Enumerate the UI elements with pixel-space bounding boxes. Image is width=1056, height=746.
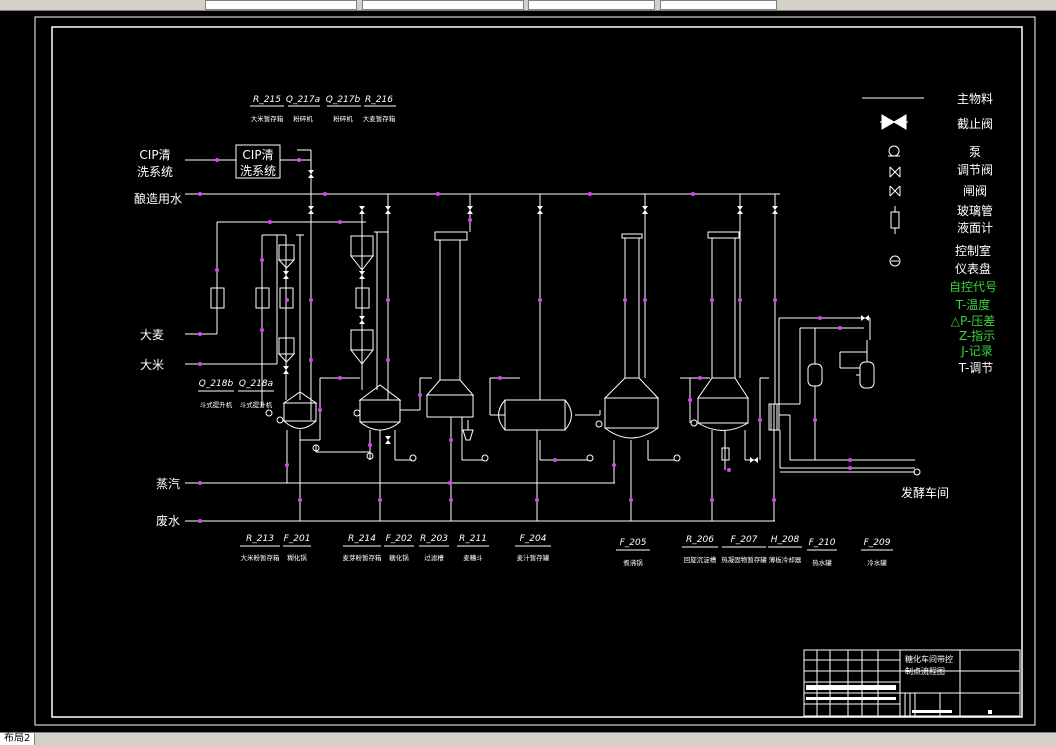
- legend-pump: 泵: [969, 145, 981, 159]
- tag-name: 粉碎机: [293, 114, 313, 123]
- legend-code-title: 自控代号: [949, 280, 997, 294]
- legend-symbols: [880, 114, 908, 267]
- legend-level-gauge: 液面计: [957, 220, 993, 235]
- tag-code: R_203: [420, 534, 448, 544]
- tag-code: H_208: [771, 535, 800, 545]
- tag-name: 薄板冷却器: [769, 555, 802, 564]
- tag-code: F_210: [809, 538, 836, 548]
- tag-name: 大米粉暂存箱: [241, 553, 281, 562]
- layout-tab-bar: 布局2: [0, 732, 1056, 746]
- tag-name: 过滤槽: [424, 553, 444, 562]
- legend-instrument-panel: 仪表盘: [955, 261, 991, 276]
- tag-name: 大米暂存箱: [251, 114, 284, 123]
- tag-name: 麦汁暂存罐: [517, 553, 550, 562]
- title-block-fill: [806, 685, 992, 714]
- legend-control-valve: 调节阀: [957, 163, 993, 177]
- tag-name: 糖化锅: [389, 553, 409, 562]
- waste-water-label: 废水: [156, 513, 180, 528]
- steam-label: 蒸汽: [156, 476, 180, 491]
- tag-code: R_206: [686, 535, 714, 545]
- tag-code: F_205: [620, 538, 647, 548]
- tag-code: F_204: [520, 534, 547, 544]
- legend-main-material: 主物料: [957, 92, 993, 106]
- top-tags: R_215 大米暂存箱 Q_217a 粉碎机 Q_217b 粉碎机 R_216 …: [250, 95, 396, 123]
- cip-box-line2: 洗系统: [240, 164, 276, 178]
- tag-code: F_209: [864, 538, 891, 548]
- tag-code: Q_218b: [199, 379, 234, 389]
- rice-label: 大米: [140, 358, 164, 372]
- legend-code-pressure: △P-压差: [951, 314, 996, 328]
- pump-symbols: [265, 409, 921, 476]
- legend-code-temperature: T-温度: [955, 297, 991, 312]
- cip-label-line2: 洗系统: [137, 165, 173, 179]
- process-flow-diagram: 主物料 截止阀 泵 调节阀 闸阀 玻璃管 液面计 控制室 仪表盘 自控代号 T-…: [34, 16, 1036, 726]
- valve-symbols: [283, 170, 869, 463]
- tag-code: R_216: [365, 95, 393, 105]
- legend-code-indicate: Z-指示: [959, 328, 995, 343]
- fermentation-label: 发酵车间: [901, 485, 949, 500]
- tag-code: Q_218a: [239, 379, 273, 389]
- tag-code: F_201: [284, 534, 311, 544]
- tag-name: 斗式提升机: [200, 400, 233, 409]
- tag-name: 煮沸锅: [623, 558, 643, 567]
- tag-code: R_213: [246, 534, 274, 544]
- legend-control-room: 控制室: [955, 243, 991, 258]
- legend-code-regulate: T-调节: [958, 361, 994, 375]
- tag-name: 麦芽粉暂存箱: [343, 553, 383, 562]
- tag-name: 糊化锅: [287, 553, 307, 562]
- title-block-line1: 糖化车间带控: [905, 654, 953, 664]
- legend-stop-valve: 截止阀: [957, 117, 993, 131]
- tag-name: 大麦暂存箱: [363, 114, 396, 123]
- tag-name: 热凝固物暂存罐: [721, 555, 767, 564]
- drawing-border: [51, 26, 1023, 718]
- tag-name: 热水罐: [812, 558, 832, 567]
- legend-gate-valve: 闸阀: [963, 184, 987, 198]
- tag-code: F_207: [731, 535, 758, 545]
- legend-code-record: J-记录: [960, 344, 992, 358]
- tag-code: Q_217b: [326, 95, 361, 105]
- brew-water-label: 酿造用水: [134, 191, 182, 206]
- tag-code: R_214: [348, 534, 376, 544]
- cip-label-line1: CIP清: [139, 148, 170, 162]
- tag-code: Q_217a: [286, 95, 320, 105]
- legend-glass-tube: 玻璃管: [957, 203, 993, 218]
- cip-box-line1: CIP清: [242, 148, 273, 162]
- mid-tags: Q_218b 斗式提升机 Q_218a 斗式提升机: [198, 379, 274, 409]
- tag-code: R_211: [459, 534, 487, 544]
- barley-label: 大麦: [140, 328, 164, 342]
- tag-name: 斗式提升机: [240, 400, 273, 409]
- tag-name: 回旋沉淀槽: [684, 555, 717, 564]
- control-point-dots: [198, 158, 852, 523]
- tag-name: 粉碎机: [333, 114, 353, 123]
- tag-name: 麦糟斗: [463, 553, 483, 562]
- title-block-line2: 制点流程图: [905, 666, 945, 676]
- layout-tab[interactable]: 布局2: [0, 733, 36, 745]
- tag-code: R_215: [253, 95, 281, 105]
- tag-code: F_202: [386, 534, 413, 544]
- bottom-tags: R_213 大米粉暂存箱 F_201 糊化锅 R_214 麦芽粉暂存箱 F_20…: [240, 534, 893, 567]
- tag-name: 冷水罐: [867, 558, 887, 567]
